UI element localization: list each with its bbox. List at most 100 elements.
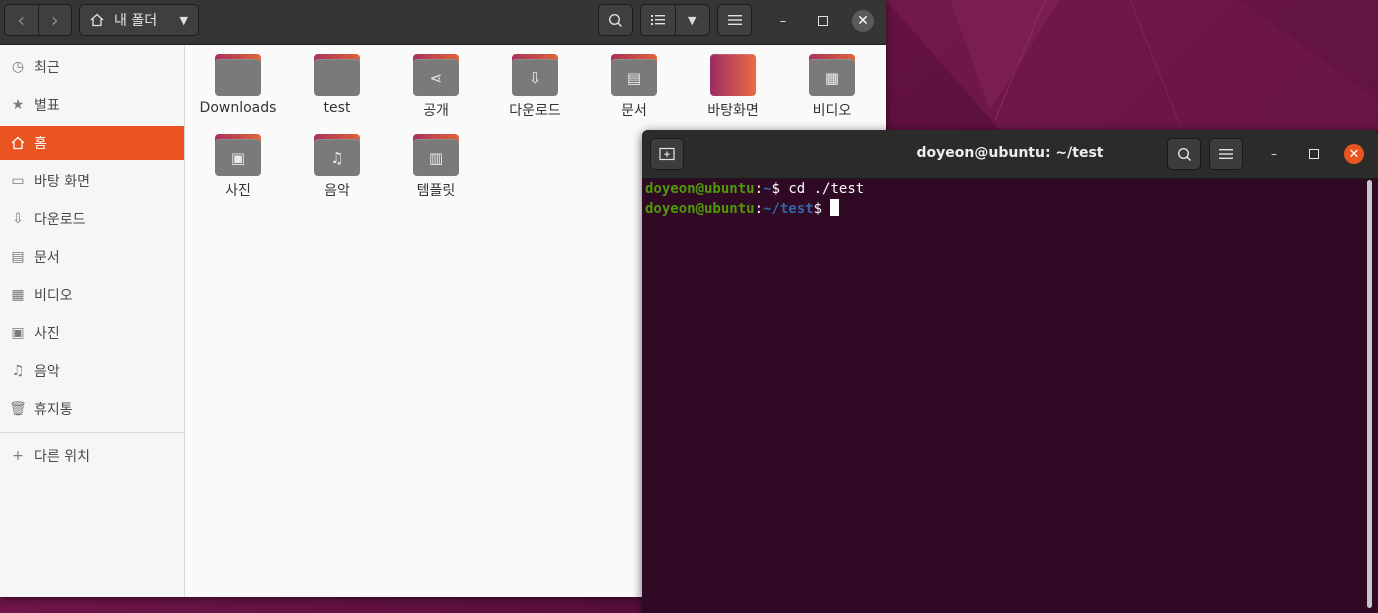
file-item-videos[interactable]: ▦ 비디오 — [782, 54, 882, 120]
minimize-button[interactable]: – — [772, 10, 794, 32]
folder-icon: ♫ — [314, 134, 360, 176]
forward-button[interactable]: › — [37, 5, 72, 35]
sidebar-separator — [0, 432, 184, 433]
hamburger-icon — [1219, 149, 1233, 159]
video-icon: ▦ — [11, 287, 25, 303]
sidebar-item-downloads[interactable]: ⇩ 다운로드 — [0, 202, 184, 236]
folder-icon — [314, 54, 360, 96]
sidebar-item-label: 휴지통 — [34, 402, 73, 418]
list-view-button[interactable] — [641, 5, 675, 35]
trash-icon: 🗑 — [9, 401, 27, 417]
file-item-downloads-kr[interactable]: ⇩ 다운로드 — [485, 54, 585, 120]
close-icon: ✕ — [1348, 146, 1360, 162]
menu-button[interactable] — [717, 4, 752, 36]
terminal-menu-button[interactable] — [1209, 138, 1243, 170]
file-name: 템플릿 — [416, 183, 456, 199]
sidebar-item-trash[interactable]: 🗑 휴지통 — [0, 392, 184, 426]
file-item-documents[interactable]: ▤ 문서 — [584, 54, 684, 120]
terminal-maximize-button[interactable] — [1304, 144, 1324, 164]
terminal-search-button[interactable] — [1167, 138, 1201, 170]
sidebar-item-label: 다른 위치 — [34, 449, 90, 465]
sidebar-item-desktop[interactable]: ▭ 바탕 화면 — [0, 164, 184, 198]
home-icon — [9, 136, 27, 150]
close-button[interactable]: ✕ — [852, 10, 874, 32]
file-name: 음악 — [324, 183, 350, 199]
view-options-button[interactable]: ▼ — [674, 5, 710, 35]
terminal-scrollbar[interactable] — [1367, 180, 1372, 608]
folder-icon: ▥ — [413, 134, 459, 176]
share-icon: ⋖ — [429, 68, 443, 87]
folder-icon: ▤ — [611, 54, 657, 96]
music-icon: ♫ — [11, 363, 25, 379]
folder-icon: ⇩ — [512, 54, 558, 96]
sidebar-item-label: 음악 — [34, 364, 60, 380]
chevron-down-icon: ▼ — [688, 13, 697, 27]
file-item-test[interactable]: test — [287, 54, 387, 116]
template-icon: ▥ — [428, 148, 444, 167]
file-item-music[interactable]: ♫ 음악 — [287, 134, 387, 200]
dropdown-caret-icon: ▼ — [179, 13, 188, 27]
sidebar-item-label: 문서 — [34, 250, 60, 266]
list-view-icon — [650, 15, 665, 25]
back-button[interactable]: ‹ — [5, 5, 38, 35]
files-headerbar: ‹ › 내 폴더 ▼ ▼ – ✕ — [0, 0, 886, 45]
prompt-separator: : — [754, 201, 764, 217]
minimize-icon: – — [1271, 147, 1277, 161]
sidebar-item-recent[interactable]: ◷ 최근 — [0, 50, 184, 84]
path-bar-home[interactable]: 내 폴더 ▼ — [79, 4, 199, 36]
search-button[interactable] — [598, 4, 633, 36]
sidebar: ◷ 최근 ★ 별표 홈 ▭ 바탕 화면 ⇩ 다운로드 ▤ 문서 ▦ 비디오 ▣ … — [0, 45, 185, 597]
folder-icon: ▣ — [215, 134, 261, 176]
sidebar-item-documents[interactable]: ▤ 문서 — [0, 240, 184, 274]
maximize-button[interactable] — [812, 10, 834, 32]
folder-icon: ⋖ — [413, 54, 459, 96]
prompt-user: doyeon@ubuntu — [645, 201, 755, 217]
search-icon — [1177, 147, 1191, 161]
desktop-folder-icon — [710, 54, 756, 96]
sidebar-item-starred[interactable]: ★ 별표 — [0, 88, 184, 122]
plus-icon: + — [12, 448, 24, 464]
sidebar-item-videos[interactable]: ▦ 비디오 — [0, 278, 184, 312]
folder-icon — [215, 54, 261, 96]
file-item-pictures[interactable]: ▣ 사진 — [188, 134, 288, 200]
picture-icon: ▣ — [230, 148, 246, 167]
sidebar-item-label: 별표 — [34, 98, 60, 114]
home-icon — [90, 13, 104, 27]
new-tab-button[interactable] — [650, 138, 684, 170]
sidebar-item-pictures[interactable]: ▣ 사진 — [0, 316, 184, 350]
terminal-line: doyeon@ubuntu:~/test$ — [645, 199, 840, 217]
terminal-close-button[interactable]: ✕ — [1344, 144, 1364, 164]
terminal-minimize-button[interactable]: – — [1264, 144, 1284, 164]
music-icon: ♫ — [330, 148, 344, 167]
document-icon: ▤ — [626, 68, 642, 87]
prompt-path: ~/test — [763, 201, 814, 217]
chevron-right-icon: › — [50, 8, 59, 32]
terminal-output[interactable]: doyeon@ubuntu:~$ cd ./test doyeon@ubuntu… — [642, 179, 1362, 613]
search-icon — [608, 13, 623, 27]
sidebar-item-other-locations[interactable]: + 다른 위치 — [0, 439, 184, 473]
file-name: test — [323, 100, 351, 116]
video-icon: ▦ — [824, 68, 840, 87]
file-name: 문서 — [621, 103, 647, 119]
prompt-user: doyeon@ubuntu — [645, 181, 755, 197]
new-tab-icon — [659, 147, 675, 161]
navigation-buttons: ‹ › — [4, 4, 72, 36]
file-item-desktop[interactable]: 바탕화면 — [683, 54, 783, 120]
sidebar-item-label: 홈 — [34, 136, 47, 152]
file-item-downloads[interactable]: Downloads — [188, 54, 288, 116]
file-name: 사진 — [225, 183, 251, 199]
file-name: Downloads — [199, 100, 277, 116]
download-icon: ⇩ — [528, 68, 542, 87]
minimize-icon: – — [779, 13, 787, 29]
star-icon: ★ — [11, 97, 25, 113]
hamburger-icon — [727, 15, 742, 25]
file-name: 다운로드 — [509, 103, 561, 119]
file-item-templates[interactable]: ▥ 템플릿 — [386, 134, 486, 200]
chevron-left-icon: ‹ — [17, 8, 26, 32]
view-buttons: ▼ — [640, 4, 710, 36]
terminal-window: doyeon@ubuntu: ~/test – ✕ doyeon@ubuntu:… — [642, 130, 1378, 613]
sidebar-item-music[interactable]: ♫ 음악 — [0, 354, 184, 388]
document-icon: ▤ — [11, 249, 25, 265]
file-item-public[interactable]: ⋖ 공개 — [386, 54, 486, 120]
sidebar-item-home[interactable]: 홈 — [0, 126, 184, 160]
